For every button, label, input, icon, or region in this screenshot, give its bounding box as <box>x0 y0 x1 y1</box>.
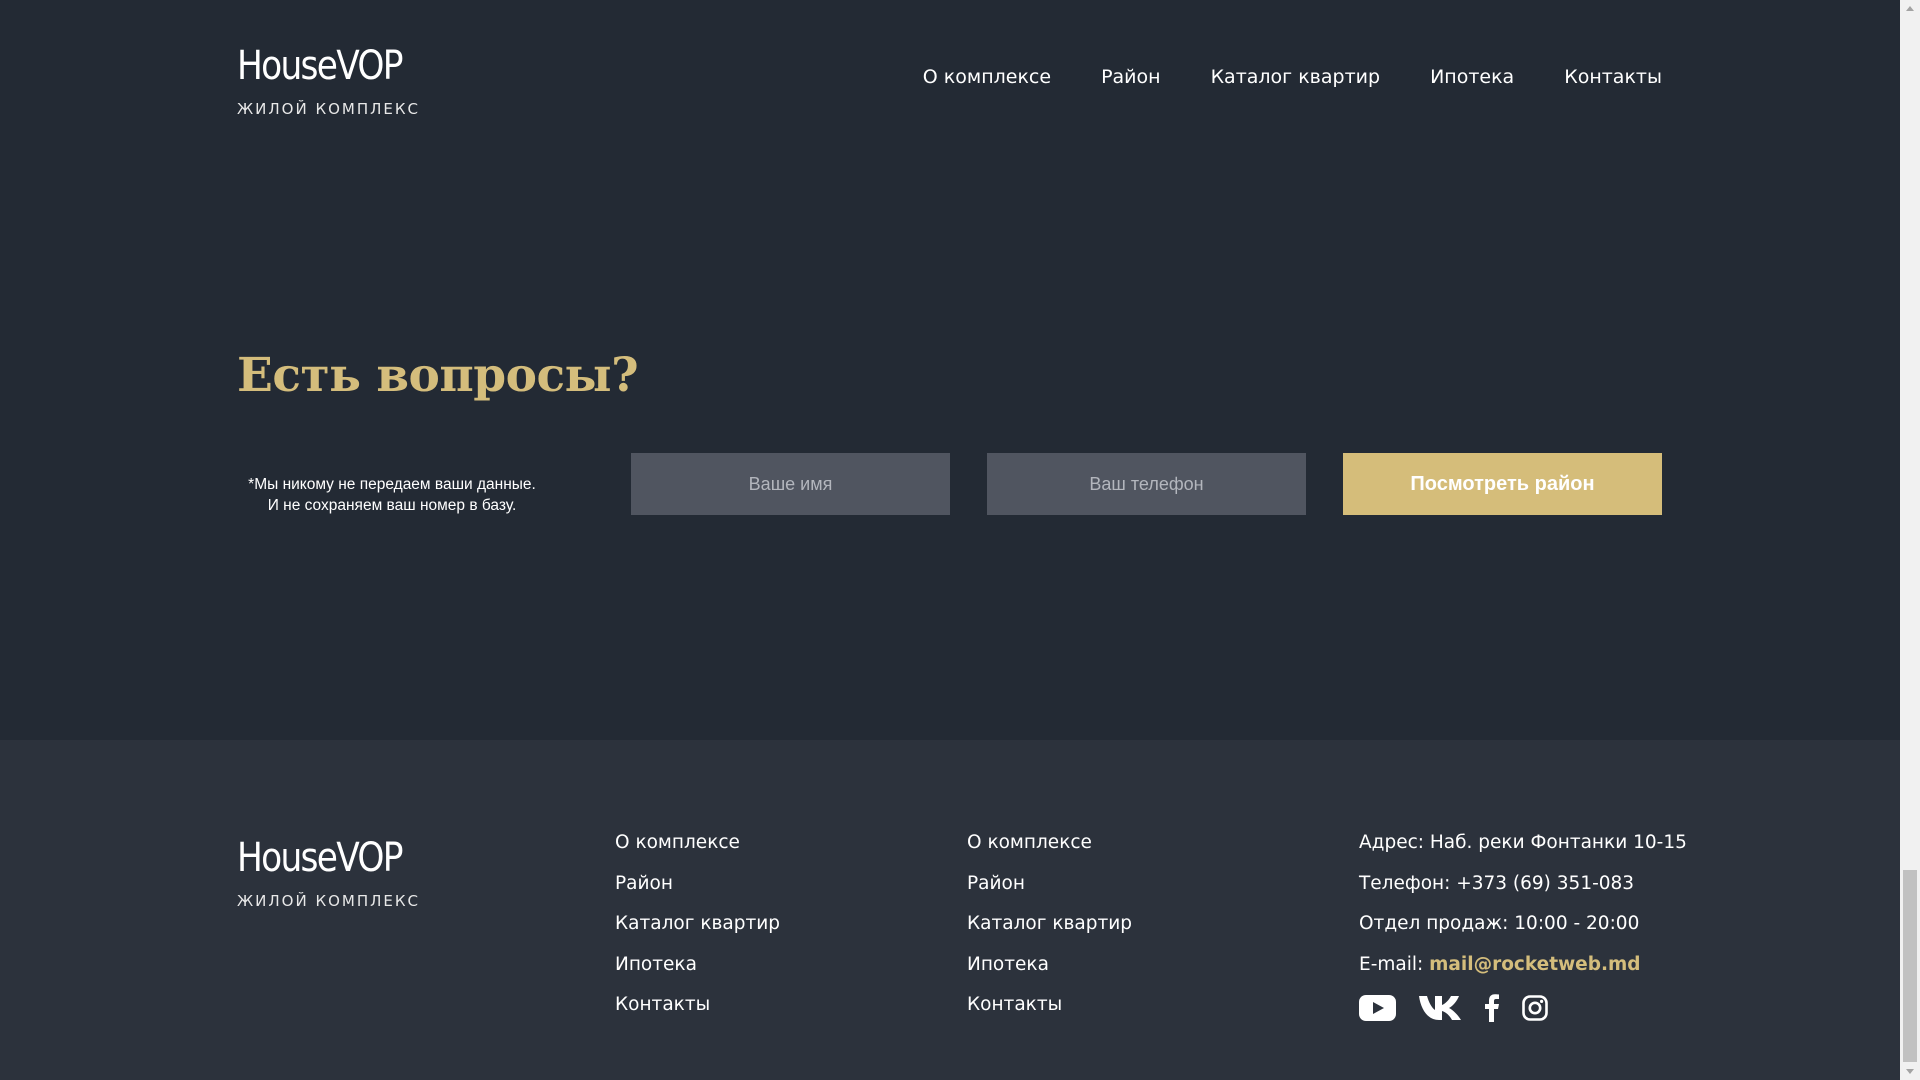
scrollbar-thumb[interactable] <box>1903 870 1917 1062</box>
footer: HouseVOP ЖИЛОЙ КОМПЛЕКС О комплексе Райо… <box>0 740 1900 1080</box>
privacy-note: *Мы никому не передаем ваши данные. И не… <box>237 474 547 516</box>
social-links <box>1359 994 1570 1027</box>
list-item: О комплексе <box>615 832 780 873</box>
list-item: Ипотека <box>615 954 780 995</box>
nav-link-contacts[interactable]: Контакты <box>1564 66 1662 88</box>
footer-nav-column-2: О комплексе Район Каталог квартир Ипотек… <box>967 832 1132 1035</box>
nav-link-district[interactable]: Район <box>1101 66 1161 88</box>
footer-link-contacts-2[interactable]: Контакты <box>967 994 1062 1015</box>
footer-link-about[interactable]: О комплексе <box>615 832 740 853</box>
privacy-note-line2: И не сохраняем ваш номер в базу. <box>267 497 517 514</box>
footer-link-catalog-2[interactable]: Каталог квартир <box>967 913 1132 934</box>
questions-title: Есть вопросы? <box>237 348 639 403</box>
submit-button[interactable]: Посмотреть район <box>1343 453 1662 515</box>
list-item: О комплексе <box>967 832 1132 873</box>
youtube-icon[interactable] <box>1359 995 1396 1026</box>
footer-link-catalog[interactable]: Каталог квартир <box>615 913 780 934</box>
email-link[interactable]: mail@rocketweb.md <box>1429 954 1640 975</box>
phone-input[interactable] <box>987 453 1306 515</box>
footer-contacts: Адрес: Наб. реки Фонтанки 10-15 Телефон:… <box>1359 832 1687 994</box>
contact-phone: Телефон: +373 (69) 351-083 <box>1359 872 1635 894</box>
contact-sales-hours: Отдел продаж: 10:00 - 20:00 <box>1359 913 1640 934</box>
scroll-up-arrow-icon[interactable] <box>1900 0 1920 17</box>
footer-link-about-2[interactable]: О комплексе <box>967 832 1092 853</box>
logo-title: HouseVOP <box>237 43 404 89</box>
list-item: Каталог квартир <box>615 913 780 954</box>
list-item: Каталог квартир <box>967 913 1132 954</box>
facebook-icon[interactable] <box>1484 994 1500 1027</box>
email-label: E-mail: <box>1359 953 1430 975</box>
list-item: Район <box>967 873 1132 914</box>
nav-link-about[interactable]: О комплексе <box>923 66 1051 88</box>
footer-link-mortgage-2[interactable]: Ипотека <box>967 954 1049 975</box>
header-logo[interactable]: HouseVOP ЖИЛОЙ КОМПЛЕКС <box>237 44 429 118</box>
footer-link-mortgage[interactable]: Ипотека <box>615 954 697 975</box>
vk-icon[interactable] <box>1418 995 1462 1026</box>
privacy-note-line1: *Мы никому не передаем ваши данные. <box>248 476 536 493</box>
scrollbar[interactable] <box>1900 0 1920 1080</box>
nav-link-mortgage[interactable]: Ипотека <box>1430 66 1514 88</box>
name-input[interactable] <box>631 453 950 515</box>
footer-logo[interactable]: HouseVOP ЖИЛОЙ КОМПЛЕКС <box>237 836 429 910</box>
logo-subtitle: ЖИЛОЙ КОМПЛЕКС <box>237 100 421 118</box>
footer-link-district-2[interactable]: Район <box>967 873 1025 894</box>
header-nav: О комплексе Район Каталог квартир Ипотек… <box>923 66 1662 88</box>
footer-link-district[interactable]: Район <box>615 873 673 894</box>
contact-address: Адрес: Наб. реки Фонтанки 10-15 <box>1359 832 1687 853</box>
list-item: Район <box>615 873 780 914</box>
contact-email: E-mail: mail@rocketweb.md <box>1359 954 1687 995</box>
scroll-down-arrow-icon[interactable] <box>1900 1063 1920 1080</box>
footer-logo-title: HouseVOP <box>237 835 404 881</box>
footer-nav-column-1: О комплексе Район Каталог квартир Ипотек… <box>615 832 780 1035</box>
footer-link-contacts[interactable]: Контакты <box>615 994 710 1015</box>
instagram-icon[interactable] <box>1522 995 1548 1026</box>
list-item: Ипотека <box>967 954 1132 995</box>
nav-link-catalog[interactable]: Каталог квартир <box>1211 66 1381 88</box>
list-item: Контакты <box>615 994 780 1035</box>
footer-logo-subtitle: ЖИЛОЙ КОМПЛЕКС <box>237 892 421 910</box>
list-item: Контакты <box>967 994 1132 1035</box>
